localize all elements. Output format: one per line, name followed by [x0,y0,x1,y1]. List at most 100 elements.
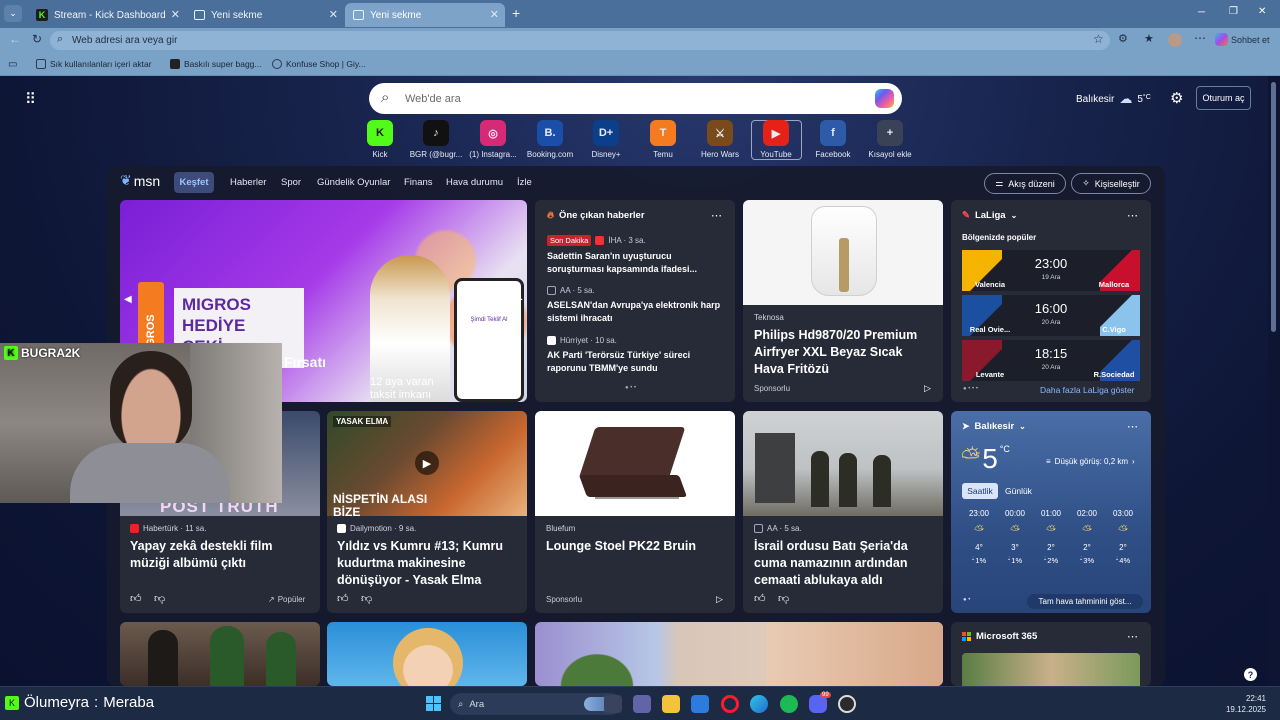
nav-tab-gundelik-oyunlar[interactable]: Gündelik Oyunlar [317,177,390,188]
taskbar-search[interactable]: ⌕ Ara [450,693,622,715]
back-icon[interactable]: ← [9,32,21,46]
bookmark-import[interactable]: Sık kullanılanları içeri aktar [36,59,152,69]
close-icon[interactable]: ✕ [171,8,180,21]
weather-mini[interactable]: Balıkesir ☁ 5°C [1076,91,1151,107]
address-bar[interactable]: ⌕ Web adresi ara veya gir [50,31,1110,50]
feed-layout-button[interactable]: ⚌ Akış düzeni [984,173,1066,194]
shortcut-tile[interactable]: ▶ YouTube [746,120,806,159]
window-close-button[interactable]: ✕ [1258,6,1266,17]
match-row[interactable]: Levante R.Sociedad 18:15 20 Ara [962,340,1140,381]
shortcut-tile[interactable]: ◎ (1) Instagra... [463,120,523,159]
close-icon[interactable]: ✕ [490,8,499,21]
laliga-header[interactable]: ✎ LaLiga ⌄ [962,210,1017,221]
nav-tab-kesfet[interactable]: Keşfet [174,172,214,193]
personalize-button[interactable]: ✧ Kişiselleştir [1071,173,1151,194]
more-icon[interactable]: ⋯ [1194,31,1206,45]
shortcut-tile[interactable]: ♪ BGR (@bugr... [406,120,466,159]
help-icon[interactable]: ? [1244,668,1257,681]
extensions-icon[interactable]: ⚙ [1118,32,1128,45]
tab-new-1[interactable]: Yeni sekme ✕ [186,3,344,27]
ad-info-icon[interactable]: ▷ [924,383,931,394]
web-search-input[interactable]: ⌕ Web'de ara [369,83,902,114]
settings-gear-icon[interactable]: ⚙ [1170,89,1183,107]
visibility-row[interactable]: ≡ Düşük görüş: 0,2 km › [1046,457,1135,466]
favorite-star-icon[interactable]: ☆ [1093,32,1104,46]
ad-info-icon[interactable]: ▷ [716,594,723,605]
like-icon[interactable]: 👍︎ [337,592,349,605]
ad-card-philips[interactable]: Teknosa Philips Hd9870/20 Premium Airfry… [743,200,943,402]
reading-list-button[interactable]: ▭ [8,59,17,70]
dislike-icon[interactable]: 👎︎ [361,592,372,605]
copilot-icon[interactable] [875,89,894,108]
signin-button[interactable]: Oturum aç [1196,86,1251,110]
tab-hourly[interactable]: Saatlik [962,483,998,499]
edge-icon[interactable] [750,695,768,713]
play-button-icon[interactable]: ▶ [415,451,439,475]
dislike-icon[interactable]: 👎︎ [154,592,165,605]
new-tab-button[interactable]: + [512,5,520,21]
nav-tab-haberler[interactable]: Haberler [230,177,266,188]
shortcut-tile[interactable]: B. Booking.com [520,120,580,159]
like-icon[interactable]: 👍︎ [130,592,142,605]
m365-header[interactable]: Microsoft 365 [962,631,1037,642]
more-options-icon[interactable]: ⋯ [711,209,722,222]
more-options-icon[interactable]: ⋯ [1127,630,1138,643]
play-icon[interactable]: ▷ [508,382,515,393]
system-clock[interactable]: 22:41 19.12.2025 [1222,693,1266,715]
profile-avatar[interactable] [1168,33,1182,47]
news-card[interactable] [120,622,320,686]
carousel-prev-icon[interactable]: ◀ [124,294,132,305]
close-icon[interactable]: ✕ [329,8,338,21]
nav-tab-izle[interactable]: İzle [517,177,532,188]
full-forecast-button[interactable]: Tam hava tahminini göst... [1027,594,1143,609]
shortcut-tile[interactable]: T Temu [633,120,693,159]
task-view-icon[interactable] [604,695,622,713]
spotify-icon[interactable] [780,695,798,713]
carousel-next-icon[interactable]: ▶ [515,294,523,305]
store-icon[interactable] [691,695,709,713]
news-card[interactable] [327,622,527,686]
news-card[interactable]: AA · 5 sa. İsrail ordusu Batı Şeria'da c… [743,411,943,613]
apps-grid-icon[interactable]: ⠿ [25,90,36,108]
opera-icon[interactable] [721,695,739,713]
app-icon[interactable] [838,695,856,713]
news-item[interactable]: Son Dakika İHA · 3 sa. Sadettin Saran'ın… [547,235,727,276]
like-icon[interactable]: 👍︎ [754,592,766,605]
msn-logo[interactable]: ❦ msn [120,172,160,189]
more-options-icon[interactable]: ⋯ [1127,209,1138,222]
dislike-icon[interactable]: 👎︎ [778,592,789,605]
ad-card-lounge[interactable]: Bluefum Lounge Stoel PK22 Bruin Sponsorl… [535,411,735,613]
match-row[interactable]: Real Ovie... C.Vigo 16:00 20 Ara [962,295,1140,336]
news-item[interactable]: AA · 5 sa. ASELSAN'dan Avrupa'ya elektro… [547,286,727,325]
window-restore-button[interactable]: ❐ [1229,6,1238,17]
weather-header[interactable]: ➤ Balıkesir ⌄ [962,421,1026,432]
news-item[interactable]: Hürriyet · 10 sa. AK Parti 'Terörsüz Tür… [547,336,727,375]
nav-tab-hava-durumu[interactable]: Hava durumu [446,177,503,188]
bookmark-konfuse[interactable]: Konfuse Shop | Giy... [272,59,366,69]
refresh-icon[interactable]: ↻ [32,32,42,46]
news-card[interactable]: YASAK ELMA NİSPETİN ALASI BİZE ▶ Dailymo… [327,411,527,613]
tab-new-2[interactable]: Yeni sekme ✕ [345,3,505,27]
bookmark-baskili[interactable]: Baskılı super bagg... [170,59,262,69]
favorites-icon[interactable]: ★ [1144,32,1154,45]
teams-icon[interactable] [633,695,651,713]
nav-tab-finans[interactable]: Finans [404,177,433,188]
shortcut-tile[interactable]: f Facebook [803,120,863,159]
nav-tab-spor[interactable]: Spor [281,177,301,188]
more-options-icon[interactable]: ⋯ [1127,420,1138,433]
shortcut-tile[interactable]: ⚔ Hero Wars [690,120,750,159]
laliga-more-link[interactable]: Daha fazla LaLiga göster [1040,385,1135,395]
copilot-button[interactable]: Sohbet et [1215,33,1270,46]
tab-daily[interactable]: Günlük [1005,486,1032,496]
match-row[interactable]: Valencia Mallorca 23:00 19 Ara [962,250,1140,291]
windows-start-icon[interactable] [426,696,441,711]
shortcut-tile[interactable]: D+ Disney+ [576,120,636,159]
file-explorer-icon[interactable] [662,695,680,713]
scrollbar-thumb[interactable] [1271,82,1276,332]
tab-actions-button[interactable]: ⌄ [4,5,22,22]
window-minimize-button[interactable]: ─ [1198,7,1205,18]
news-card[interactable] [535,622,943,686]
tab-kick-dashboard[interactable]: K Stream - Kick Dashboard ✕ [28,3,186,27]
shortcut-tile[interactable]: + Kısayol ekle [860,120,920,159]
shortcut-tile[interactable]: K Kick [350,120,410,159]
